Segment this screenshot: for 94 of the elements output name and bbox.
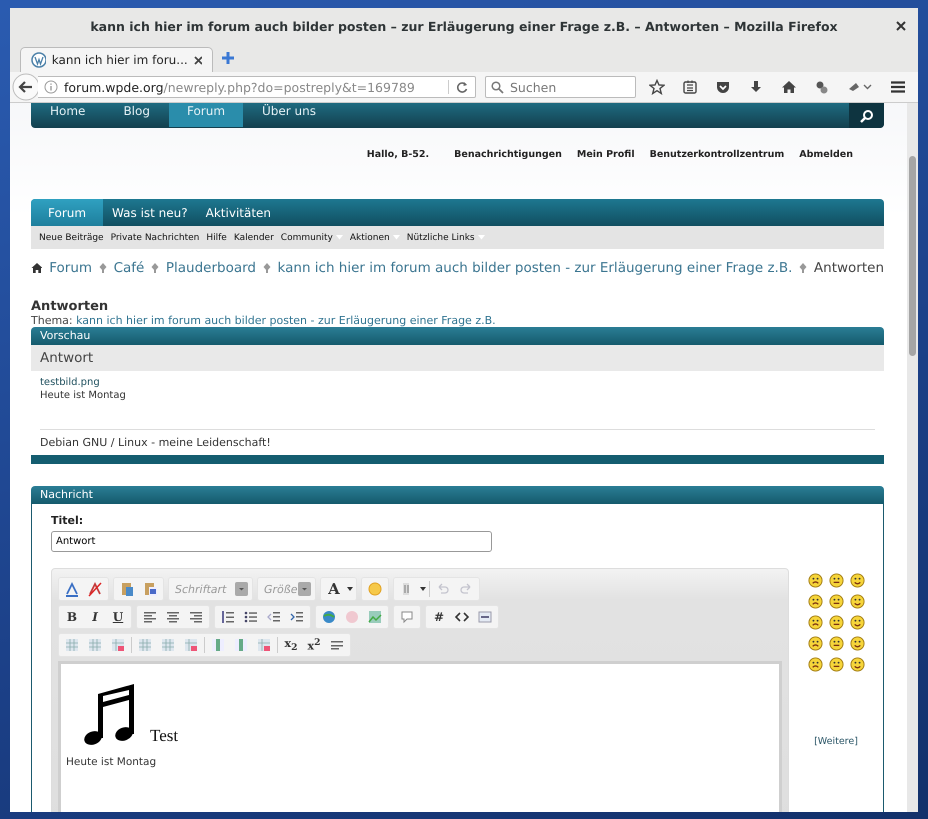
search-field[interactable]: Suchen	[485, 76, 636, 98]
insert-row-above-icon	[137, 637, 153, 653]
close-icon	[896, 21, 906, 31]
breadcrumb-link[interactable]: Forum	[49, 260, 92, 276]
user-menu-link[interactable]: Abmelden	[799, 148, 853, 160]
underline-button[interactable]: U	[108, 607, 128, 627]
user-menu-link[interactable]: Mein Profil	[576, 148, 635, 160]
preview-header: Vorschau	[31, 327, 884, 345]
breadcrumb-separator-icon	[151, 263, 159, 273]
forum-tab[interactable]: Forum	[31, 199, 104, 226]
caret-icon[interactable]	[420, 587, 426, 591]
hash-button[interactable]: #	[429, 607, 449, 627]
sub-nav-link[interactable]: Private Nachrichten	[110, 232, 200, 242]
editor-text: Heute ist Montag	[66, 756, 158, 768]
site-nav-item[interactable]: Blog	[104, 103, 169, 127]
dropdown-icon	[298, 582, 311, 596]
sub-nav-link[interactable]: Neue Beiträge	[39, 232, 104, 242]
breadcrumb-separator-icon	[99, 263, 107, 273]
align-right-icon	[188, 609, 204, 625]
text-size-button[interactable]: A	[324, 579, 344, 599]
new-tab-icon[interactable]	[221, 51, 235, 65]
preview-title: Antwort	[31, 345, 884, 371]
align-left-icon	[142, 609, 158, 625]
table-properties-icon	[87, 637, 103, 653]
site-nav-item[interactable]: Home	[31, 103, 104, 127]
editor-content-area[interactable]: Test Heute ist Montag	[58, 661, 782, 812]
title-field[interactable]: Antwort	[51, 531, 492, 552]
site-nav-item[interactable]: Über uns	[243, 103, 336, 127]
sub-nav-link[interactable]: Aktionen	[350, 232, 390, 242]
table-icon	[64, 637, 80, 653]
preview-text: Heute ist Montag	[40, 389, 127, 402]
tab-title: kann ich hier im foru...	[52, 53, 188, 67]
breadcrumb-link[interactable]: kann ich hier im forum auch bilder posten - zur Erläugerung einer Frage z.B.	[278, 260, 792, 276]
editor-caption-text: Test	[150, 726, 178, 746]
breadcrumb-current: Antworten	[814, 260, 884, 276]
delete-row-icon	[183, 637, 199, 653]
delete-column-icon	[256, 637, 272, 653]
message-header: Nachricht	[31, 486, 884, 504]
signature-text: Debian GNU / Linux - meine Leidenschaft!	[40, 429, 875, 449]
breadcrumb-link[interactable]: Café	[114, 260, 144, 276]
star-icon[interactable]	[649, 79, 665, 95]
reload-icon[interactable]	[448, 80, 469, 94]
home-icon[interactable]	[781, 79, 797, 95]
menu-icon[interactable]	[890, 79, 906, 95]
home-icon[interactable]	[31, 262, 42, 274]
forum-tab[interactable]: Aktivitäten	[196, 199, 280, 226]
delete-table-icon	[110, 637, 126, 653]
more-smilies-link[interactable]: [Weitere]	[814, 736, 858, 747]
sub-nav-link[interactable]: Community	[280, 232, 333, 242]
superscript-button[interactable]: x$^{2}$	[304, 635, 324, 655]
reading-list-icon[interactable]	[682, 79, 698, 95]
sub-nav-link[interactable]: Nützliche Links	[406, 232, 475, 242]
subscript-button[interactable]: x$_{2}$	[281, 635, 301, 655]
extension-icon[interactable]	[814, 79, 830, 95]
attachment-link[interactable]: testbild.png	[40, 376, 875, 389]
speech-bubble-icon	[399, 609, 415, 625]
sub-nav-link[interactable]: Hilfe	[206, 232, 227, 242]
forum-tab[interactable]: Was ist neu?	[103, 199, 197, 226]
image-icon	[367, 609, 383, 625]
pocket-icon[interactable]	[715, 79, 731, 95]
breadcrumb-separator-icon	[263, 263, 271, 273]
align-center-icon	[165, 609, 181, 625]
back-icon[interactable]	[12, 73, 40, 101]
window-title: kann ich hier im forum auch bilder posten – zur Erläugerung einer Frage z.B. – Antworten – Mozilla Firefox	[90, 19, 838, 34]
url-host: forum.wpde.org	[64, 80, 164, 94]
bullet-list-icon	[243, 609, 259, 625]
user-menu-link[interactable]: Benachrichtigungen	[454, 148, 562, 160]
breadcrumb-link[interactable]: Plauderboard	[166, 260, 256, 276]
close-button[interactable]	[896, 21, 906, 31]
breadcrumb-separator-icon	[799, 263, 807, 273]
thread-label: Thema:	[31, 314, 73, 327]
search-icon	[860, 108, 874, 122]
address-bar[interactable]: forum.wpde.org/newreply.php?do=postreply&t=169789	[38, 76, 476, 98]
greeting-text: Hallo, B-52.	[366, 148, 430, 160]
title-label: Titel:	[51, 514, 84, 527]
site-icon	[31, 52, 46, 68]
url-path: /newreply.php?do=postreply&t=169789	[164, 80, 415, 94]
numbered-list-icon	[220, 609, 236, 625]
sub-nav-link[interactable]: Kalender	[234, 232, 274, 242]
thread-link[interactable]: kann ich hier im forum auch bilder posten - zur Erläugerung einer Frage z.B.	[76, 314, 496, 327]
browser-tab[interactable]: kann ich hier im foru...	[20, 47, 213, 72]
page-title: Antworten	[31, 300, 110, 314]
insert-row-below-icon	[160, 637, 176, 653]
bold-button[interactable]: B	[62, 607, 82, 627]
scrollbar[interactable]	[907, 103, 918, 812]
close-tab-icon[interactable]	[194, 56, 202, 64]
user-menu-link[interactable]: Benutzerkontrollzentrum	[650, 148, 784, 160]
info-icon	[44, 80, 58, 94]
search-icon	[491, 81, 504, 94]
search-button[interactable]	[849, 103, 884, 128]
dropdown-icon	[235, 582, 248, 596]
caret-icon[interactable]	[347, 587, 353, 591]
scrollbar-thumb[interactable]	[909, 156, 916, 356]
italic-button[interactable]: I	[85, 607, 105, 627]
